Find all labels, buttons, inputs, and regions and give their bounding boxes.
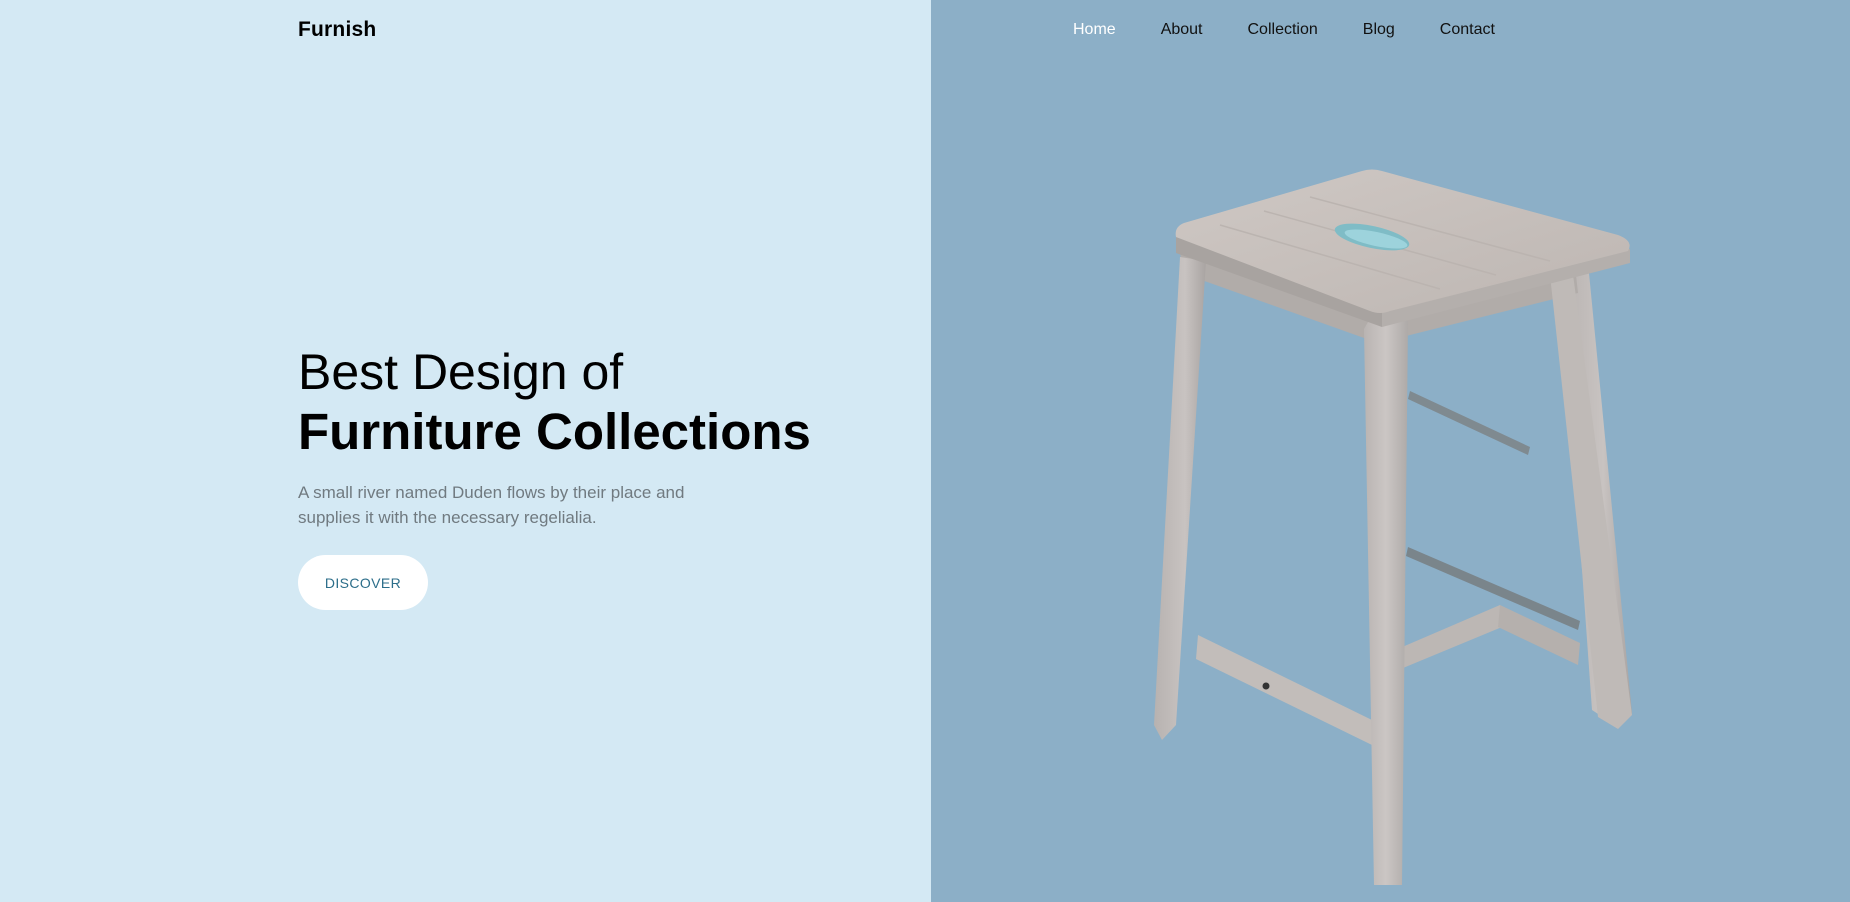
nav-link-home[interactable]: Home	[1073, 20, 1116, 40]
hero-description: A small river named Duden flows by their…	[298, 483, 685, 527]
nav-item-home: Home	[1073, 20, 1161, 40]
discover-button[interactable]: DISCOVER	[298, 555, 428, 610]
brand-logo-link[interactable]: Furnish	[298, 18, 376, 42]
nav-item-contact: Contact	[1440, 20, 1540, 40]
nav-link-about[interactable]: About	[1161, 20, 1203, 40]
nav-item-collection: Collection	[1248, 20, 1363, 40]
nav-link-contact[interactable]: Contact	[1440, 20, 1495, 40]
hero-text-block: Best Design of Furniture Collections A s…	[298, 342, 858, 547]
page: Furnish Home About Collection Blog Conta…	[0, 0, 1850, 902]
nav-list: Home About Collection Blog Contact	[1073, 20, 1540, 40]
nav-item-about: About	[1161, 20, 1248, 40]
nav-link-blog[interactable]: Blog	[1363, 20, 1395, 40]
hero-title-line2: Furniture Collections	[298, 403, 811, 460]
hero-title-line1: Best Design of	[298, 344, 624, 400]
nav-item-blog: Blog	[1363, 20, 1440, 40]
stool-illustration	[1154, 169, 1632, 885]
nav-link-collection[interactable]: Collection	[1248, 20, 1318, 40]
